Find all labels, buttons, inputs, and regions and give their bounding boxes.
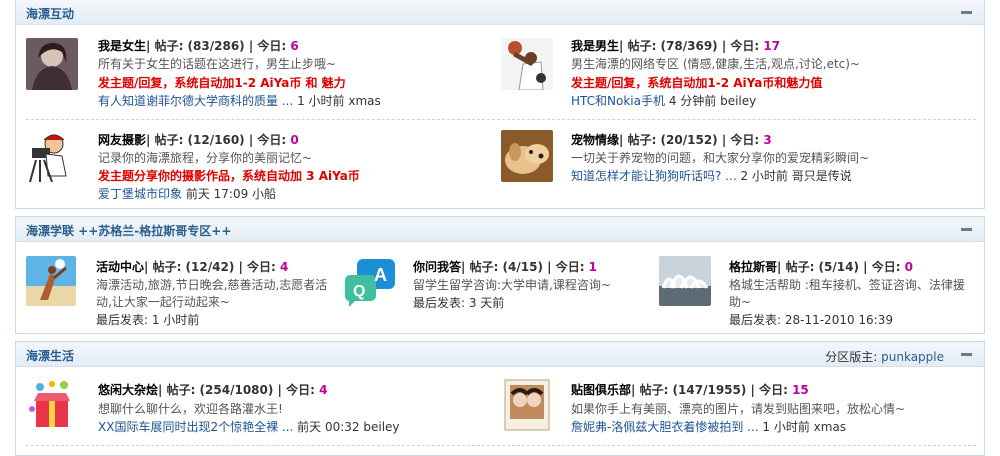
- forum-stats: | 帖子: (83/286) | 今日:: [146, 39, 291, 53]
- forum-description: 格城生活帮助 :租车接机、签证咨询、法律援: [729, 278, 965, 292]
- section-haipiao-xuelian: 海漂学联 ++苏格兰-格拉斯哥专区++ 活动中心| 帖子: (12/42) | …: [15, 216, 985, 334]
- forum-description: 记录你的海漂旅程，分享你的美丽记忆~: [98, 151, 313, 165]
- last-post-link[interactable]: 有人知道谢菲尔德大学商科的质量 ...: [98, 94, 293, 108]
- forum-title-row: 悠闲大杂烩| 帖子: (254/1080) | 今日: 4: [98, 382, 327, 399]
- forum-title-row: 网友摄影| 帖子: (12/160) | 今日: 0: [98, 132, 299, 149]
- last-post: 最后发表: 3 天前: [413, 296, 505, 310]
- forum-name-link[interactable]: 格拉斯哥: [729, 260, 777, 274]
- forum-title-row: 宠物情缘| 帖子: (20/152) | 今日: 3: [571, 132, 772, 149]
- forum-name-link[interactable]: 你问我答: [413, 260, 461, 274]
- last-post-link[interactable]: XX国际车展同时出现2个惊艳全裸 ...: [98, 420, 293, 434]
- last-post-row: XX国际车展同时出现2个惊艳全裸 ... 前天 00:32 beiley: [98, 419, 400, 436]
- forum-description: 留学生留学咨询:大学申请,课程咨询~: [413, 278, 611, 292]
- forum-stats: | 帖子: (5/14) | 今日:: [777, 260, 905, 274]
- section-header: 海漂互动: [16, 0, 984, 25]
- forum-stats: | 帖子: (147/1955) | 今日:: [631, 383, 793, 397]
- forum-name-link[interactable]: 悠闲大杂烩: [98, 383, 158, 397]
- last-post-link[interactable]: 詹妮弗-洛佩兹大胆衣着惨被拍到 ...: [571, 420, 759, 434]
- today-count: 4: [319, 383, 328, 397]
- forum-description: 如果你手上有美丽、漂亮的图片，请发到贴图来吧，放松心情~: [571, 402, 906, 416]
- forum-description-cont: 助~: [729, 295, 752, 309]
- today-count: 4: [280, 260, 289, 274]
- section-moderator: 分区版主: punkapple: [825, 348, 944, 365]
- today-count: 6: [290, 39, 299, 53]
- woman-avatar-icon[interactable]: [26, 38, 78, 90]
- forum-description-cont: 动,让大家一起行动起来~: [96, 295, 230, 309]
- forum-name-link[interactable]: 网友摄影: [98, 133, 146, 147]
- last-post-meta: 2 小时前 哥只是传说: [736, 169, 852, 183]
- divider: [26, 119, 976, 120]
- beach-activity-icon[interactable]: [26, 256, 76, 306]
- last-post-row: HTC和Nokia手机 4 分钟前 beiley: [571, 93, 756, 110]
- forum-promo: 发主题/回复，系统自动加1-2 AiYa币 和 魅力: [98, 76, 346, 90]
- section-haipiao-hudong: 海漂互动 我是女生| 帖子: (83/286) | 今日: 6 所有关于女生的话…: [15, 0, 985, 209]
- today-count: 15: [792, 383, 809, 397]
- forum-description: 男生海漂的网络专区 (情感,健康,生活,观点,讨论,etc)~: [571, 57, 860, 71]
- forum-stats: | 帖子: (20/152) | 今日:: [619, 133, 764, 147]
- today-count: 0: [290, 133, 299, 147]
- collapse-icon[interactable]: [961, 228, 972, 231]
- forum-title-row: 你问我答| 帖子: (4/15) | 今日: 1: [413, 259, 597, 276]
- today-count: 0: [904, 260, 914, 274]
- today-count: 3: [763, 133, 772, 147]
- section-title[interactable]: 海漂学联 ++苏格兰-格拉斯哥专区++: [26, 222, 231, 239]
- forum-description: 想聊什么聊什么，欢迎各路灌水王!: [98, 402, 283, 416]
- last-post-row: 詹妮弗-洛佩兹大胆衣着惨被拍到 ... 1 小时前 xmas: [571, 419, 846, 436]
- moderator-label: 分区版主:: [825, 350, 882, 364]
- last-post-meta: 前天 00:32 beiley: [293, 420, 400, 434]
- qa-letter-a: A: [374, 265, 387, 285]
- last-post-row: 知道怎样才能让狗狗听话吗? ... 2 小时前 哥只是传说: [571, 168, 852, 185]
- qa-letter-q: Q: [353, 283, 365, 300]
- collapse-icon[interactable]: [961, 353, 972, 356]
- last-post-link[interactable]: 知道怎样才能让狗狗听话吗? ...: [571, 169, 737, 183]
- collapse-icon[interactable]: [961, 11, 972, 14]
- last-post-link[interactable]: 爱丁堡城市印象: [98, 187, 182, 201]
- moderator-link[interactable]: punkapple: [881, 350, 944, 364]
- forum-stats: | 帖子: (254/1080) | 今日:: [158, 383, 320, 397]
- forum-name-link[interactable]: 活动中心: [96, 260, 144, 274]
- qa-bubbles-icon[interactable]: AQ: [341, 255, 397, 309]
- forum-name-link[interactable]: 贴图俱乐部: [571, 383, 631, 397]
- forum-title-row: 格拉斯哥| 帖子: (5/14) | 今日: 0: [729, 259, 913, 276]
- basketball-player-icon[interactable]: [501, 38, 553, 90]
- forum-title-row: 贴图俱乐部| 帖子: (147/1955) | 今日: 15: [571, 382, 809, 399]
- forum-promo: 发主题/回复，系统自动加1-2 AiYa币和魅力值: [571, 76, 823, 90]
- forum-description: 所有关于女生的话题在这进行，男生止步哦~: [98, 57, 337, 71]
- puppy-icon[interactable]: [501, 130, 553, 182]
- forum-name-link[interactable]: 我是女生: [98, 39, 146, 53]
- photographer-cartoon-icon[interactable]: [26, 130, 78, 182]
- glasgow-armadillo-icon[interactable]: [659, 256, 711, 306]
- forum-description: 海漂活动,旅游,节日晚会,慈善活动,志愿者活: [96, 278, 328, 292]
- forum-stats: | 帖子: (12/160) | 今日:: [146, 133, 291, 147]
- section-title[interactable]: 海漂互动: [26, 5, 74, 22]
- section-header: 海漂学联 ++苏格兰-格拉斯哥专区++: [16, 217, 984, 242]
- last-post-row: 有人知道谢菲尔德大学商科的质量 ... 1 小时前 xmas: [98, 93, 381, 110]
- last-post-meta: 前天 17:09 小船: [182, 187, 277, 201]
- last-post-link[interactable]: HTC和Nokia手机: [571, 94, 665, 108]
- divider: [26, 445, 976, 446]
- last-post-meta: 1 小时前 xmas: [293, 94, 381, 108]
- last-post: 最后发表: 1 小时前: [96, 313, 200, 327]
- last-post: 最后发表: 28-11-2010 16:39: [729, 313, 893, 327]
- forum-stats: | 帖子: (78/369) | 今日:: [619, 39, 764, 53]
- forum-title-row: 活动中心| 帖子: (12/42) | 今日: 4: [96, 259, 288, 276]
- today-count: 17: [763, 39, 781, 53]
- forum-name-link[interactable]: 我是男生: [571, 39, 619, 53]
- last-post-meta: 1 小时前 xmas: [758, 420, 847, 434]
- forum-title-row: 我是男生| 帖子: (78/369) | 今日: 17: [571, 38, 780, 55]
- forum-description: 一切关于养宠物的问题，和大家分享你的爱宠精彩瞬间~: [571, 151, 870, 165]
- forum-stats: | 帖子: (4/15) | 今日:: [461, 260, 589, 274]
- gift-box-icon[interactable]: [26, 379, 78, 431]
- photo-frame-icon[interactable]: [501, 378, 553, 432]
- section-header: 海漂生活 分区版主: punkapple: [16, 342, 984, 367]
- last-post-row: 爱丁堡城市印象 前天 17:09 小船: [98, 186, 276, 203]
- section-title[interactable]: 海漂生活: [26, 347, 74, 364]
- today-count: 1: [588, 260, 598, 274]
- forum-promo: 发主题分享你的摄影作品，系统自动加 3 AiYa币: [98, 169, 360, 183]
- forum-title-row: 我是女生| 帖子: (83/286) | 今日: 6: [98, 38, 299, 55]
- forum-name-link[interactable]: 宠物情缘: [571, 133, 619, 147]
- forum-stats: | 帖子: (12/42) | 今日:: [144, 260, 281, 274]
- last-post-meta: 4 分钟前 beiley: [665, 94, 757, 108]
- section-haipiao-shenghuo: 海漂生活 分区版主: punkapple 悠闲大杂烩| 帖子: (254/108…: [15, 341, 985, 456]
